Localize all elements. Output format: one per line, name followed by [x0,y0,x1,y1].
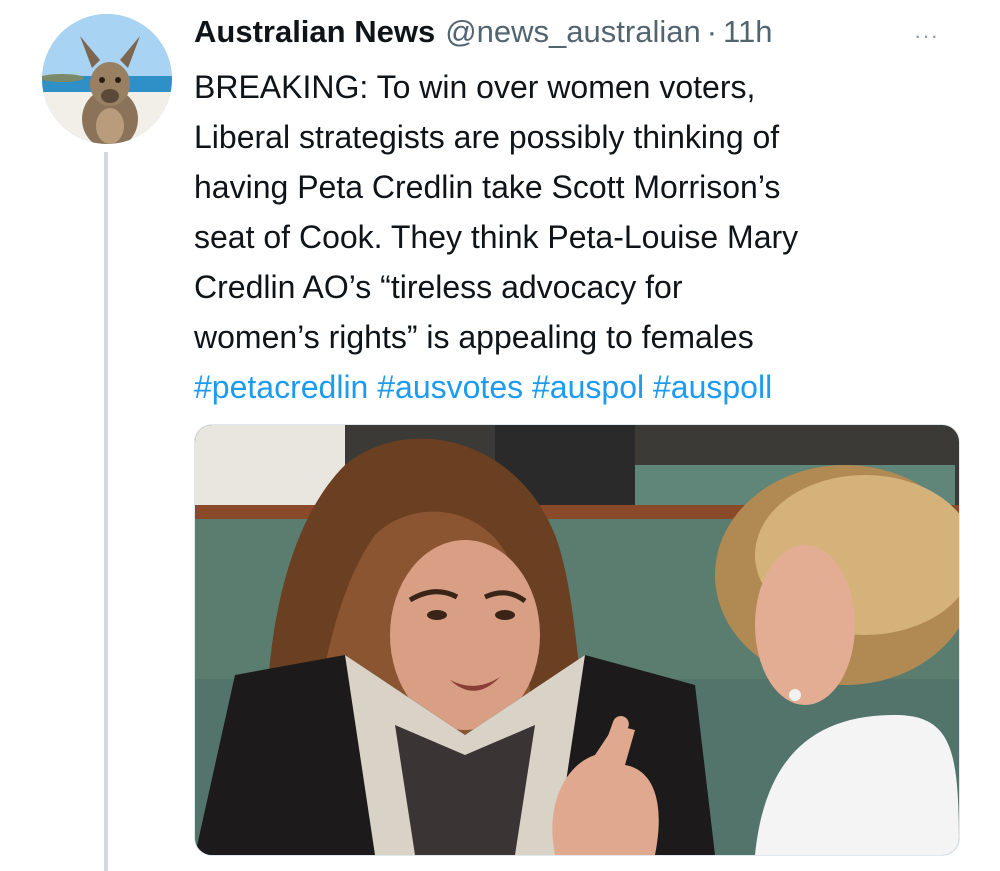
separator-dot: · [706,14,718,49]
tweet-timestamp[interactable]: 11h [723,12,772,52]
tweet-header: Australian News @news_australian · 11h [194,12,974,52]
author-name[interactable]: Australian News [194,12,435,52]
tweet-text-line: seat of Cook. They think Peta-Louise Mar… [194,219,799,255]
tweet-text-line: having Peta Credlin take Scott Morrison’… [194,169,781,205]
more-options-button[interactable]: ··· [914,23,954,48]
hashtag-link[interactable]: #ausvotes [377,369,523,405]
tweet-media-photo[interactable] [194,424,960,856]
tweet: Australian News @news_australian · 11h ·… [194,12,974,412]
tweet-text-line: BREAKING: To win over women voters, [194,69,756,105]
tweet-text-line: Liberal strategists are possibly thinkin… [194,119,780,155]
avatar[interactable] [42,14,172,144]
more-horizontal-icon: ··· [914,23,939,48]
tweet-text: BREAKING: To win over women voters, Libe… [194,62,954,412]
hashtag-link[interactable]: #auspoll [653,369,772,405]
author-handle[interactable]: @news_australian [445,12,701,52]
tweet-text-line: Credlin AO’s “tireless advocacy for [194,269,683,305]
hashtag-link[interactable]: #petacredlin [194,369,368,405]
kangaroo-avatar-image [42,14,172,144]
parliament-photo-image [195,425,959,855]
tweet-text-line: women’s rights” is appealing to females [194,319,754,355]
hashtag-link[interactable]: #auspol [532,369,644,405]
hashtag-list: #petacredlin #ausvotes #auspol #auspoll [194,362,954,412]
thread-connector-line [104,152,108,871]
